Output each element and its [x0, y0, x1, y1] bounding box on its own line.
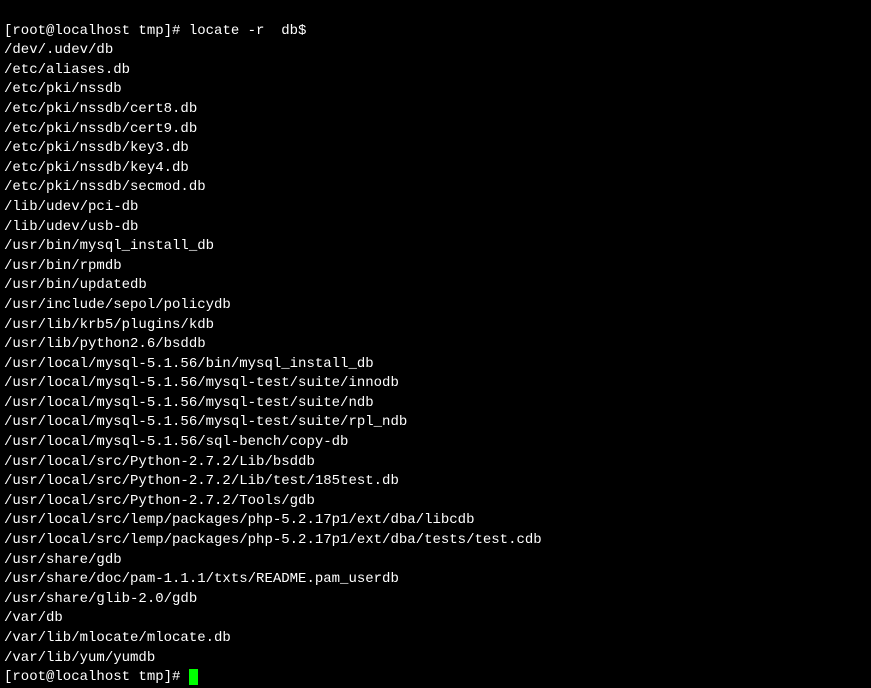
terminal[interactable]: [root@localhost tmp]# locate -r db$ /dev…: [4, 2, 867, 688]
command-text: locate -r db$: [189, 23, 307, 39]
output-line: /usr/local/mysql-5.1.56/sql-bench/copy-d…: [4, 433, 867, 453]
output-line: /var/lib/mlocate/mlocate.db: [4, 629, 867, 649]
output-line: /usr/local/src/lemp/packages/php-5.2.17p…: [4, 531, 867, 551]
output-line: /var/lib/yum/yumdb: [4, 649, 867, 669]
output-line: /usr/lib/python2.6/bsddb: [4, 335, 867, 355]
output-line: /usr/local/src/Python-2.7.2/Lib/bsddb: [4, 453, 867, 473]
output-line: /etc/pki/nssdb/cert8.db: [4, 100, 867, 120]
output-line: /usr/share/gdb: [4, 551, 867, 571]
output-line: /usr/local/mysql-5.1.56/bin/mysql_instal…: [4, 355, 867, 375]
output-line: /etc/pki/nssdb/key3.db: [4, 139, 867, 159]
prompt-line-2: [root@localhost tmp]#: [4, 669, 198, 685]
prompt-line-1: [root@localhost tmp]# locate -r db$: [4, 23, 306, 39]
output-line: /etc/pki/nssdb/key4.db: [4, 159, 867, 179]
output-line: /etc/pki/nssdb/cert9.db: [4, 120, 867, 140]
output-line: /usr/bin/rpmdb: [4, 257, 867, 277]
output-line: /usr/local/mysql-5.1.56/mysql-test/suite…: [4, 394, 867, 414]
output-line: /etc/aliases.db: [4, 61, 867, 81]
prompt-prefix: [root@localhost tmp]#: [4, 23, 189, 39]
output-line: /usr/include/sepol/policydb: [4, 296, 867, 316]
output-line: /usr/local/src/Python-2.7.2/Lib/test/185…: [4, 472, 867, 492]
command-output: /dev/.udev/db/etc/aliases.db/etc/pki/nss…: [4, 41, 867, 668]
cursor-icon: [189, 669, 198, 685]
output-line: /usr/bin/mysql_install_db: [4, 237, 867, 257]
output-line: /usr/local/mysql-5.1.56/mysql-test/suite…: [4, 413, 867, 433]
output-line: /etc/pki/nssdb: [4, 80, 867, 100]
output-line: /etc/pki/nssdb/secmod.db: [4, 178, 867, 198]
output-line: /lib/udev/pci-db: [4, 198, 867, 218]
output-line: /usr/share/doc/pam-1.1.1/txts/README.pam…: [4, 570, 867, 590]
output-line: /usr/local/src/Python-2.7.2/Tools/gdb: [4, 492, 867, 512]
output-line: /usr/bin/updatedb: [4, 276, 867, 296]
output-line: /usr/local/src/lemp/packages/php-5.2.17p…: [4, 511, 867, 531]
output-line: /dev/.udev/db: [4, 41, 867, 61]
output-line: /usr/lib/krb5/plugins/kdb: [4, 316, 867, 336]
output-line: /usr/share/glib-2.0/gdb: [4, 590, 867, 610]
output-line: /lib/udev/usb-db: [4, 218, 867, 238]
output-line: /usr/local/mysql-5.1.56/mysql-test/suite…: [4, 374, 867, 394]
output-line: /var/db: [4, 609, 867, 629]
prompt-prefix: [root@localhost tmp]#: [4, 669, 189, 685]
